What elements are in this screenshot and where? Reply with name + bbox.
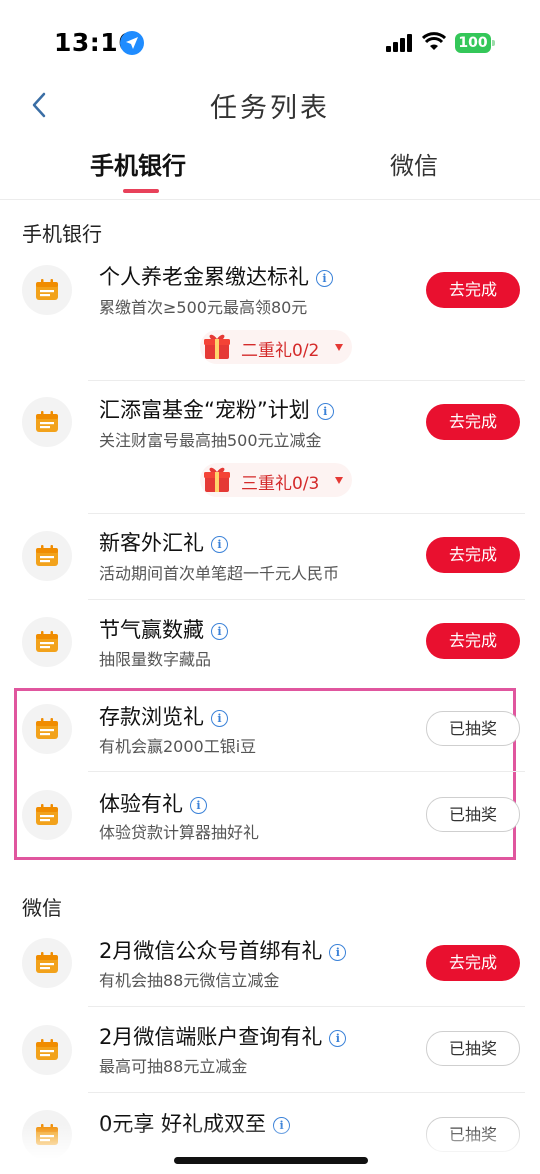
go-complete-button[interactable]: 去完成 (426, 945, 520, 981)
task-calendar-icon (22, 938, 72, 988)
gift-box-icon (204, 334, 230, 359)
gift-box-icon (204, 467, 230, 492)
wifi-icon (422, 32, 446, 50)
task-description: 活动期间首次单笔超一千元人民币 (99, 564, 340, 583)
go-complete-button[interactable]: 去完成 (426, 537, 520, 573)
row-divider (88, 513, 525, 514)
task-title: 个人养老金累缴达标礼 i (99, 261, 333, 291)
task-description: 有机会赢2000工银i豆 (99, 737, 257, 756)
info-icon[interactable]: i (329, 944, 347, 961)
task-description: 累缴首次≥500元最高领80元 (99, 298, 308, 317)
row-divider (88, 1092, 525, 1093)
already-drawn-button[interactable]: 已抽奖 (426, 1031, 520, 1066)
task-title: 2月微信公众号首绑有礼 i (99, 935, 347, 965)
task-title: 新客外汇礼 i (99, 527, 228, 557)
task-description: 最高可抽88元立减金 (99, 1057, 248, 1076)
go-complete-button[interactable]: 去完成 (426, 404, 520, 440)
info-icon[interactable]: i (211, 623, 228, 640)
bottom-fade (0, 1124, 540, 1174)
info-icon[interactable]: i (329, 1030, 347, 1047)
active-tab-indicator (123, 189, 159, 193)
task-title: 节气赢数藏 i (99, 614, 228, 644)
task-calendar-icon (22, 704, 72, 754)
task-description: 有机会抽88元微信立减金 (99, 971, 280, 990)
row-divider (88, 599, 525, 600)
info-icon[interactable]: i (316, 270, 333, 287)
page-title: 任务列表 (210, 93, 330, 124)
task-calendar-icon (22, 790, 72, 840)
tab-divider (0, 199, 540, 200)
info-icon[interactable]: i (211, 710, 228, 727)
gift-tier-pill[interactable]: 三重礼0/3 (200, 463, 352, 497)
row-divider (88, 380, 525, 381)
gift-tier-label: 二重礼0/2 (241, 341, 320, 361)
task-description: 关注财富号最高抽500元立减金 (99, 431, 322, 450)
status-bar: 13:16 100 (0, 0, 540, 80)
section-title-wechat: 微信 (22, 896, 62, 920)
task-title: 体验有礼 i (99, 788, 207, 818)
row-divider (88, 771, 525, 772)
task-calendar-icon (22, 1025, 72, 1075)
task-description: 抽限量数字藏品 (99, 650, 212, 669)
task-title: 汇添富基金“宠粉”计划 i (99, 394, 334, 424)
task-description: 体验贷款计算器抽好礼 (99, 823, 260, 842)
battery-icon: 100 (455, 33, 495, 53)
task-calendar-icon (22, 397, 72, 447)
task-calendar-icon (22, 531, 72, 581)
chevron-down-icon (335, 344, 343, 351)
task-calendar-icon (22, 265, 72, 315)
go-complete-button[interactable]: 去完成 (426, 623, 520, 659)
section-title-mobile-banking: 手机银行 (22, 222, 102, 246)
tab-wechat[interactable]: 微信 (390, 146, 438, 181)
info-icon[interactable]: i (211, 536, 228, 553)
chevron-down-icon (335, 477, 343, 484)
already-drawn-button[interactable]: 已抽奖 (426, 797, 520, 832)
row-divider (88, 1006, 525, 1007)
go-complete-button[interactable]: 去完成 (426, 272, 520, 308)
already-drawn-button[interactable]: 已抽奖 (426, 711, 520, 746)
gift-tier-pill[interactable]: 二重礼0/2 (200, 330, 352, 364)
gift-tier-label: 三重礼0/3 (241, 474, 320, 494)
task-title: 2月微信端账户查询有礼 i (99, 1021, 347, 1051)
home-indicator[interactable] (174, 1157, 368, 1164)
location-arrow-icon (120, 31, 144, 55)
task-title: 存款浏览礼 i (99, 701, 228, 731)
tab-mobile-banking[interactable]: 手机银行 (90, 146, 186, 181)
info-icon[interactable]: i (190, 797, 207, 814)
info-icon[interactable]: i (316, 403, 334, 420)
task-calendar-icon (22, 617, 72, 667)
cellular-signal-icon (386, 34, 414, 52)
